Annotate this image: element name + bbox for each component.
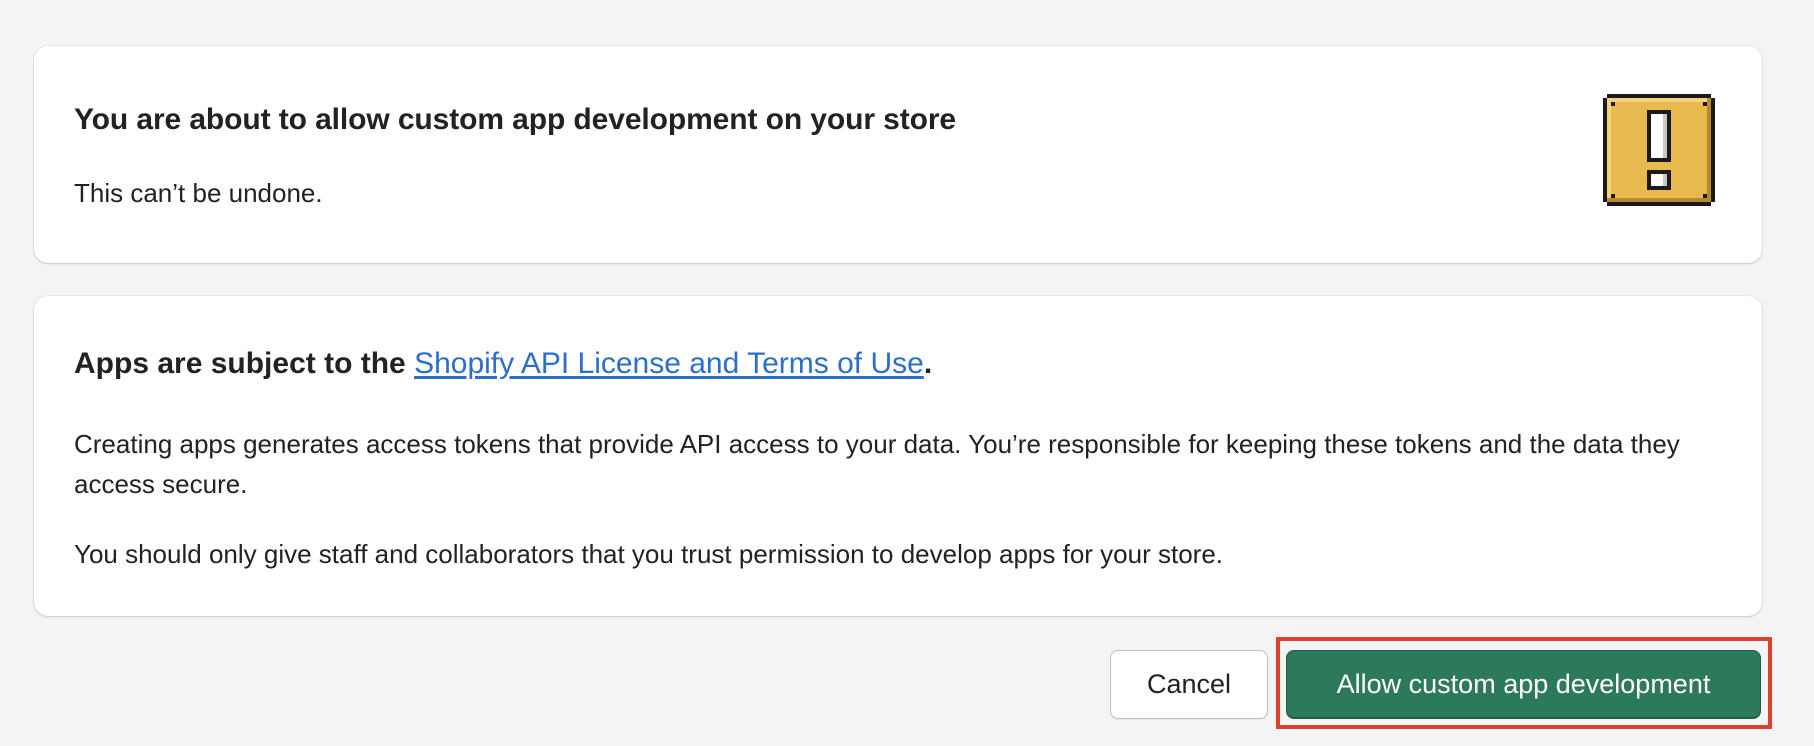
warning-subtitle: This can’t be undone. <box>74 178 323 208</box>
terms-card: Apps are subject to the Shopify API Lice… <box>34 296 1762 616</box>
warning-card: You are about to allow custom app develo… <box>34 46 1762 263</box>
exclamation-warning-icon <box>1603 94 1715 206</box>
cancel-button[interactable]: Cancel <box>1110 650 1268 719</box>
allow-custom-app-development-button[interactable]: Allow custom app development <box>1286 650 1761 719</box>
terms-paragraph-tokens: Creating apps generates access tokens th… <box>74 429 1680 499</box>
terms-link[interactable]: Shopify API License and Terms of Use <box>414 347 924 380</box>
warning-title: You are about to allow custom app develo… <box>74 103 956 136</box>
page: You are about to allow custom app develo… <box>0 0 1814 746</box>
terms-paragraph-staff: You should only give staff and collabora… <box>74 539 1224 569</box>
terms-title-suffix: . <box>923 347 933 380</box>
terms-title: Apps are subject to the Shopify API Lice… <box>74 344 932 383</box>
terms-title-prefix: Apps are subject to the <box>74 347 415 380</box>
